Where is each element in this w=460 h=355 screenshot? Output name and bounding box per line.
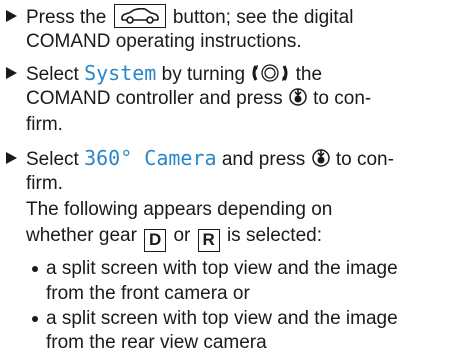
sub-bullet-1-line-1: a split screen with top view and the ima…: [46, 258, 398, 279]
step-1-line-1: Press the button; see the digital: [26, 4, 353, 30]
step-3-line-2: firm.: [26, 173, 63, 194]
bullet-dot: [32, 316, 38, 322]
sub-bullet-1-line-2: from the front camera or: [46, 283, 250, 304]
gear-d-key: D: [144, 229, 167, 252]
step-2-line-2: COMAND controller and press to con-: [26, 87, 371, 114]
step-3-line-3: The following appears depending on: [26, 199, 333, 220]
bullet-dot: [32, 266, 38, 272]
step-arrow-icon: [6, 10, 17, 22]
press-controller-icon: [288, 87, 308, 114]
step-3-line-1: Select 360° Camera and press to con-: [26, 146, 394, 175]
step-2-line-3: firm.: [26, 114, 63, 135]
step-2-line-1: Select System by turning the: [26, 61, 322, 90]
step-arrow-icon: [6, 67, 17, 79]
rotate-controller-icon: [250, 63, 290, 90]
gear-r-key: R: [197, 229, 220, 252]
press-controller-icon: [311, 148, 331, 175]
step-arrow-icon: [6, 152, 17, 164]
menu-item-system: System: [84, 61, 157, 85]
sub-bullet-2-line-2: from the rear view camera: [46, 332, 267, 353]
step-3-line-4: whether gear D or R is selected:: [26, 224, 322, 252]
car-button-icon: [113, 4, 166, 28]
menu-item-360-camera: 360° Camera: [84, 146, 217, 170]
step-1-line-2: COMAND operating instructions.: [26, 31, 302, 52]
sub-bullet-2-line-1: a split screen with top view and the ima…: [46, 308, 398, 329]
